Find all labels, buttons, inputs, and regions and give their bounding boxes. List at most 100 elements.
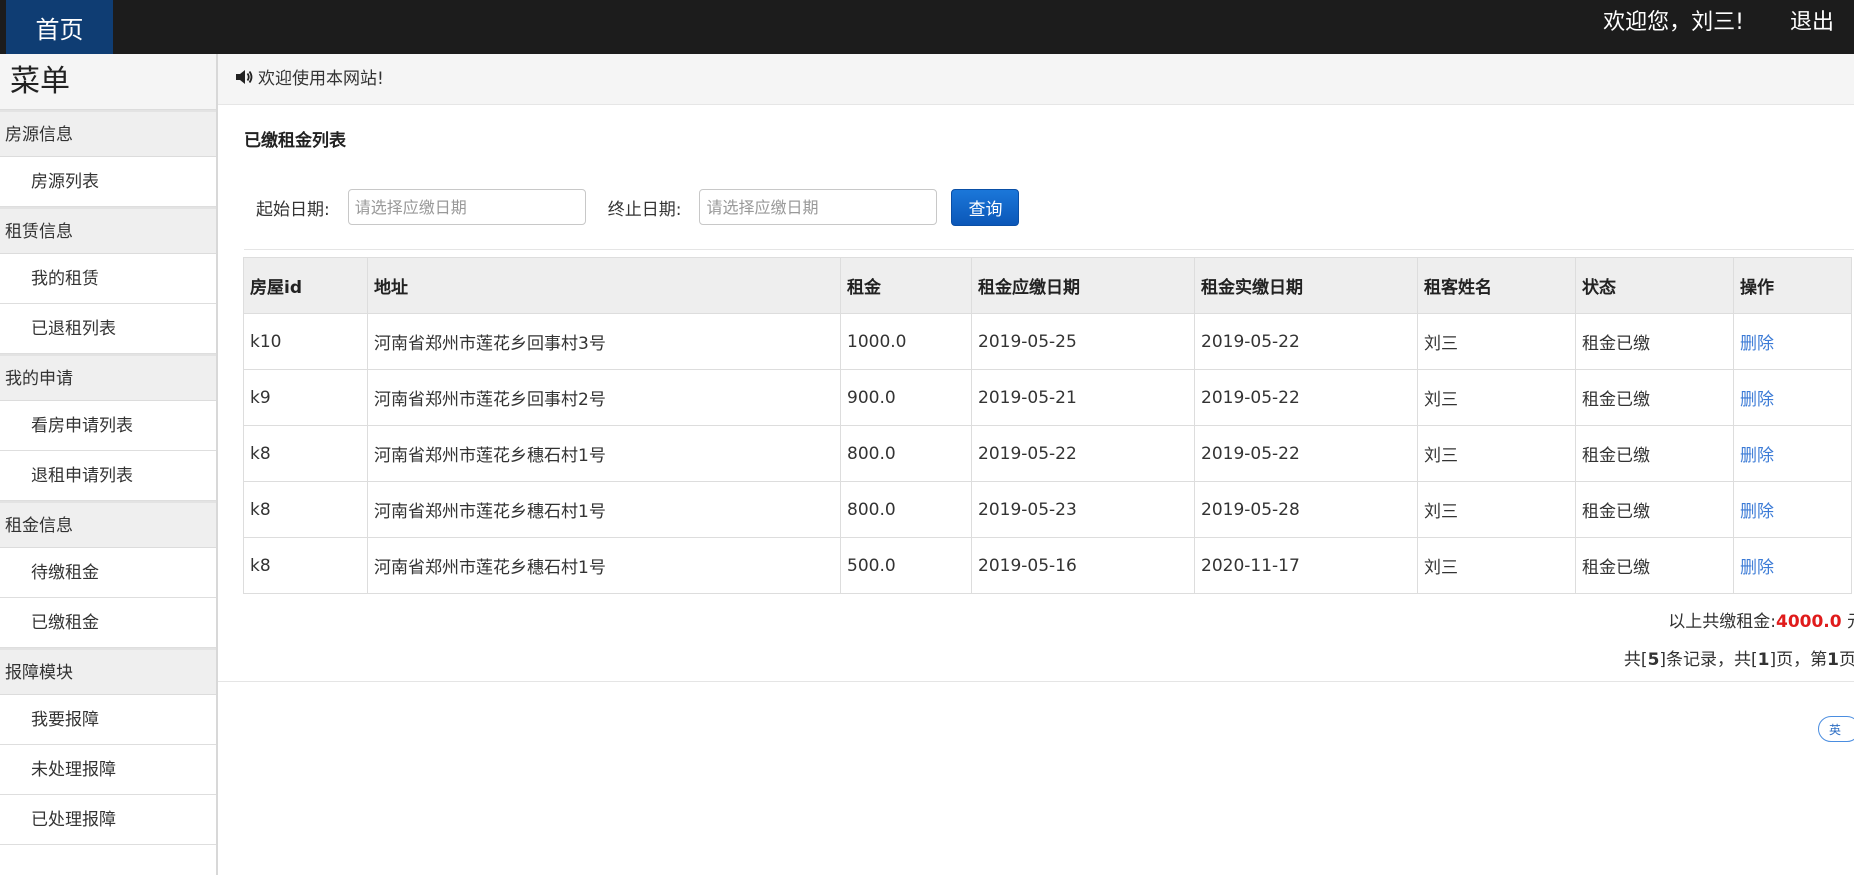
divider (244, 249, 1854, 250)
start-date-input[interactable] (347, 189, 586, 225)
sidebar-item-viewing-applications[interactable]: 看房申请列表 (0, 401, 216, 451)
home-button[interactable]: 首页 (6, 0, 113, 54)
cell-rent: 800.0 (840, 481, 972, 538)
pager-text: ]条记录，共[ (1659, 650, 1758, 670)
query-button[interactable]: 查询 (951, 188, 1020, 226)
rent-total: 以上共缴租金:4000.0 元 (1668, 607, 1854, 632)
menu-group-house[interactable]: 房源信息 (0, 110, 216, 157)
delete-link[interactable]: 删除 (1740, 334, 1774, 354)
delete-link[interactable]: 删除 (1740, 390, 1774, 410)
cell-rent: 800.0 (840, 425, 972, 482)
column-header: 租金实缴日期 (1194, 257, 1418, 314)
menu-group-lease[interactable]: 租赁信息 (0, 207, 216, 254)
notice-bar: 欢迎使用本网站! (218, 54, 1854, 105)
sidebar-item-handled-repair[interactable]: 已处理报障 (0, 795, 216, 845)
cell-action: 删除 (1733, 425, 1852, 482)
delete-link[interactable]: 删除 (1740, 558, 1774, 578)
table-row: k8 河南省郑州市莲花乡穗石村1号 800.0 2019-05-23 2019-… (243, 481, 1852, 538)
cell-paid-date: 2020-11-17 (1194, 537, 1418, 594)
cell-house-id: k8 (243, 537, 368, 594)
cell-paid-date: 2019-05-22 (1194, 369, 1418, 426)
menu-title: 菜单 (0, 54, 216, 110)
cell-rent: 500.0 (840, 537, 972, 594)
sidebar-item-return-applications[interactable]: 退租申请列表 (0, 451, 216, 501)
menu-group-applications[interactable]: 我的申请 (0, 354, 216, 401)
end-date-input[interactable] (699, 189, 938, 225)
column-header: 操作 (1733, 257, 1852, 314)
table-row: k10 河南省郑州市莲花乡回事村3号 1000.0 2019-05-25 201… (243, 313, 1852, 370)
menu-group-rent[interactable]: 租金信息 (0, 501, 216, 548)
cell-action: 删除 (1733, 369, 1852, 426)
date-filter: 起始日期: 终止日期: 查询 (256, 188, 1020, 226)
pagination-info: 共[5]条记录，共[1]页，第1页 (1624, 645, 1854, 670)
menu-group-repair[interactable]: 报障模块 (0, 648, 216, 695)
sidebar-item-house-list[interactable]: 房源列表 (0, 157, 216, 207)
notice-text: 欢迎使用本网站! (258, 69, 384, 89)
sidebar-item-paid-rent[interactable]: 已缴租金 (0, 598, 216, 648)
cell-tenant: 刘三 (1417, 313, 1576, 370)
column-header: 地址 (367, 257, 841, 314)
pager-text: 共[ (1623, 650, 1648, 670)
cell-action: 删除 (1733, 537, 1852, 594)
welcome-text: 欢迎您，刘三! (1603, 10, 1744, 35)
cell-due-date: 2019-05-16 (971, 537, 1195, 594)
sidebar-item-unpaid-rent[interactable]: 待缴租金 (0, 548, 216, 598)
cell-status: 租金已缴 (1575, 537, 1734, 594)
cell-house-id: k8 (243, 481, 368, 538)
cell-rent: 1000.0 (840, 313, 972, 370)
page-count: 1 (1757, 650, 1770, 670)
sidebar-item-my-lease[interactable]: 我的租赁 (0, 254, 216, 304)
logout-link[interactable]: 退出 (1790, 0, 1834, 46)
total-unit: 元 (1847, 612, 1854, 632)
cell-tenant: 刘三 (1417, 537, 1576, 594)
column-header: 房屋id (243, 257, 368, 314)
cell-address: 河南省郑州市莲花乡回事村2号 (367, 369, 841, 426)
paid-rent-table: 房屋id 地址 租金 租金应缴日期 租金实缴日期 租客姓名 状态 操作 k10 … (243, 257, 1852, 594)
record-count: 5 (1647, 650, 1660, 670)
table-header-row: 房屋id 地址 租金 租金应缴日期 租金实缴日期 租客姓名 状态 操作 (243, 257, 1852, 314)
column-header: 租客姓名 (1417, 257, 1576, 314)
cell-status: 租金已缴 (1575, 369, 1734, 426)
ime-indicator[interactable]: 英 (1818, 716, 1854, 742)
sidebar-item-report-repair[interactable]: 我要报障 (0, 695, 216, 745)
sidebar-item-returned-lease[interactable]: 已退租列表 (0, 304, 216, 354)
column-header: 租金应缴日期 (971, 257, 1195, 314)
cell-address: 河南省郑州市莲花乡回事村3号 (367, 313, 841, 370)
column-header: 租金 (840, 257, 972, 314)
cell-tenant: 刘三 (1417, 425, 1576, 482)
cell-paid-date: 2019-05-28 (1194, 481, 1418, 538)
cell-house-id: k10 (243, 313, 368, 370)
delete-link[interactable]: 删除 (1740, 502, 1774, 522)
cell-house-id: k8 (243, 425, 368, 482)
cell-rent: 900.0 (840, 369, 972, 426)
table-row: k8 河南省郑州市莲花乡穗石村1号 800.0 2019-05-22 2019-… (243, 425, 1852, 482)
cell-paid-date: 2019-05-22 (1194, 425, 1418, 482)
table-row: k9 河南省郑州市莲花乡回事村2号 900.0 2019-05-21 2019-… (243, 369, 1852, 426)
cell-due-date: 2019-05-22 (971, 425, 1195, 482)
cell-status: 租金已缴 (1575, 313, 1734, 370)
cell-address: 河南省郑州市莲花乡穗石村1号 (367, 425, 841, 482)
pager-text: ]页，第 (1769, 650, 1828, 670)
table-row: k8 河南省郑州市莲花乡穗石村1号 500.0 2019-05-16 2020-… (243, 537, 1852, 594)
cell-tenant: 刘三 (1417, 369, 1576, 426)
cell-house-id: k9 (243, 369, 368, 426)
sidebar-menu: 菜单 房源信息 房源列表 租赁信息 我的租赁 已退租列表 我的申请 看房申请列表… (0, 54, 218, 875)
speaker-icon (236, 70, 253, 84)
total-amount: 4000.0 (1775, 612, 1842, 632)
end-date-label: 终止日期: (607, 199, 682, 220)
cell-address: 河南省郑州市莲花乡穗石村1号 (367, 481, 841, 538)
total-label: 以上共缴租金: (1668, 612, 1776, 632)
cell-paid-date: 2019-05-22 (1194, 313, 1418, 370)
page-title: 已缴租金列表 (244, 131, 346, 151)
cell-due-date: 2019-05-25 (971, 313, 1195, 370)
current-page: 1 (1827, 650, 1839, 670)
delete-link[interactable]: 删除 (1740, 446, 1774, 466)
sidebar-item-unhandled-repair[interactable]: 未处理报障 (0, 745, 216, 795)
cell-action: 删除 (1733, 481, 1852, 538)
cell-due-date: 2019-05-21 (971, 369, 1195, 426)
pager-text: 页 (1839, 650, 1854, 670)
top-navbar: 首页 欢迎您，刘三! 退出 (0, 0, 1854, 54)
cell-status: 租金已缴 (1575, 481, 1734, 538)
cell-due-date: 2019-05-23 (971, 481, 1195, 538)
divider (218, 681, 1854, 682)
